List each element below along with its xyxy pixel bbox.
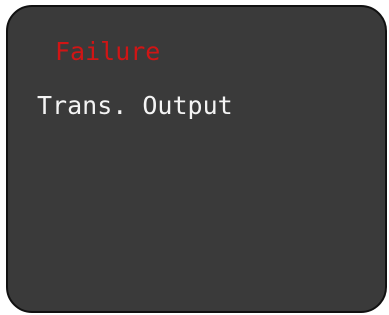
display-screen: Failure Trans. Output <box>6 5 387 313</box>
trans-output-message: Trans. Output <box>37 91 233 120</box>
failure-status-label: Failure <box>55 37 161 66</box>
